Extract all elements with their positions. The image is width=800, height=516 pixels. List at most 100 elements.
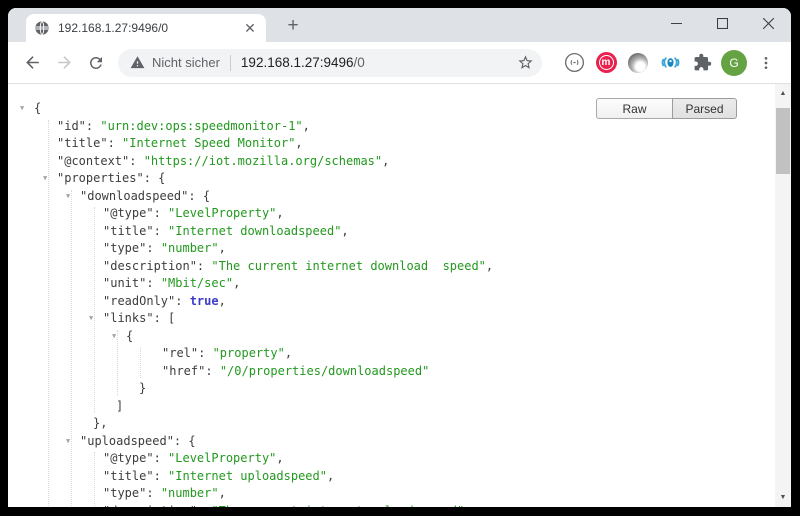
json-key: "href" [162,364,205,378]
json-key: "title" [103,469,154,483]
json-key: "links" [103,311,154,325]
new-tab-button[interactable]: + [280,13,306,39]
json-punctuation: : [197,259,211,273]
json-string-value: "LevelProperty" [168,451,276,465]
tab-title: 192.168.1.27:9496/0 [58,21,242,35]
json-line: "unit": "Mbit/sec", [8,275,775,293]
json-punctuation: : [175,294,189,308]
json-punctuation: : [146,486,160,500]
json-line: "id": "urn:dev:ops:speedmonitor-1", [8,118,775,136]
json-line: ▼"uploadspeed": { [8,433,775,451]
globe-favicon-icon [34,20,50,36]
scroll-down-arrow-icon[interactable]: ▼ [775,490,791,505]
bookmark-star-icon[interactable] [512,54,538,71]
collapse-triangle-icon[interactable]: ▼ [112,328,116,346]
json-line: "description": "The current internet dow… [8,258,775,276]
json-punctuation: : [154,206,168,220]
json-punctuation: , [276,451,283,465]
tab-close-icon[interactable]: ✕ [242,20,258,36]
parsed-button[interactable]: Parsed [672,98,737,119]
vertical-scrollbar[interactable]: ▲ ▼ [775,84,791,507]
extensions-row: m G [557,48,783,78]
json-string-value: "number" [161,486,219,500]
json-punctuation: , [341,224,348,238]
json-punctuation: , [276,206,283,220]
scrollbar-thumb[interactable] [776,108,790,174]
raw-button[interactable]: Raw [596,98,673,119]
scroll-up-arrow-icon[interactable]: ▲ [775,86,791,101]
json-string-value: "Mbit/sec" [161,276,233,290]
profile-avatar[interactable]: G [719,48,749,78]
json-line: "title": "Internet uploadspeed", [8,468,775,486]
json-line: "@type": "LevelProperty", [8,450,775,468]
tab-strip: 192.168.1.27:9496/0 ✕ + [8,8,791,42]
json-punctuation: , [295,136,302,150]
json-punctuation: , [219,241,226,255]
json-punctuation: : [86,119,100,133]
json-line: "type": "number", [8,485,775,503]
json-line: ▼{ [8,328,775,346]
browser-toolbar: Nicht sicher 192.168.1.27:9496/0 m [8,42,791,84]
address-bar[interactable]: Nicht sicher 192.168.1.27:9496/0 [118,49,542,77]
json-key: "description" [103,259,197,273]
extension-circle-dash-icon[interactable] [559,48,589,78]
json-line: ▼"properties": { [8,170,775,188]
back-button[interactable] [18,49,46,77]
collapse-triangle-icon[interactable]: ▼ [20,100,24,118]
json-key: "rel" [162,346,198,360]
json-string-value: "The current internet upload speed" [211,504,464,508]
url-host: 192.168.1.27:9496 [241,55,354,70]
json-line: "@type": "LevelProperty", [8,205,775,223]
collapse-triangle-icon[interactable]: ▼ [43,170,47,188]
json-punctuation: : [ [154,311,176,325]
forward-button[interactable] [50,49,78,77]
json-punctuation: ] [116,399,123,413]
json-punctuation: , [233,276,240,290]
json-punctuation: : [205,364,219,378]
json-line: "readOnly": true, [8,293,775,311]
json-punctuation: : [154,451,168,465]
json-key: "@type" [103,206,154,220]
browser-window: 192.168.1.27:9496/0 ✕ + [8,8,791,507]
json-line: ] [8,398,775,416]
extension-m-badge-icon[interactable]: m [591,48,621,78]
collapse-triangle-icon[interactable]: ▼ [89,310,93,328]
json-punctuation: { [126,329,133,343]
json-punctuation: : [146,276,160,290]
security-status-label: Nicht sicher [152,55,220,70]
omnibox-divider [230,55,231,71]
json-key: "description" [103,504,197,508]
extensions-puzzle-icon[interactable] [687,48,717,78]
close-window-button[interactable] [745,8,791,38]
json-string-value: "https://iot.mozilla.org/schemas" [144,154,382,168]
json-key: "properties" [57,171,144,185]
json-line: "@context": "https://iot.mozilla.org/sch… [8,153,775,171]
json-line: } [8,380,775,398]
url-text: 192.168.1.27:9496/0 [241,55,365,70]
collapse-triangle-icon[interactable]: ▼ [66,433,70,451]
extension-sphere-icon[interactable] [623,48,653,78]
json-line: ▼"downloadspeed": { [8,188,775,206]
json-key: "@context" [57,154,129,168]
json-string-value: "urn:dev:ops:speedmonitor-1" [100,119,302,133]
browser-tab[interactable]: 192.168.1.27:9496/0 ✕ [26,14,266,42]
browser-menu-kebab-icon[interactable] [751,48,781,78]
maximize-button[interactable] [699,8,745,38]
extension-blue-waves-icon[interactable] [655,48,685,78]
json-string-value: "Internet downloadspeed" [168,224,341,238]
json-punctuation: : [197,504,211,508]
not-secure-warning-icon [130,55,145,70]
json-punctuation: , [219,486,226,500]
minimize-button[interactable] [653,8,699,38]
collapse-triangle-icon[interactable]: ▼ [66,188,70,206]
json-punctuation: }, [93,416,107,430]
reload-button[interactable] [82,49,110,77]
page-content: Raw Parsed ▼{"id": "urn:dev:ops:speedmon… [8,84,791,507]
json-key: "type" [103,241,146,255]
json-key: "readOnly" [103,294,175,308]
json-string-value: "The current internet download speed" [211,259,486,273]
json-string-value: "Internet uploadspeed" [168,469,327,483]
json-punctuation: , [285,346,292,360]
json-punctuation: , [327,469,334,483]
json-string-value: "property" [213,346,285,360]
